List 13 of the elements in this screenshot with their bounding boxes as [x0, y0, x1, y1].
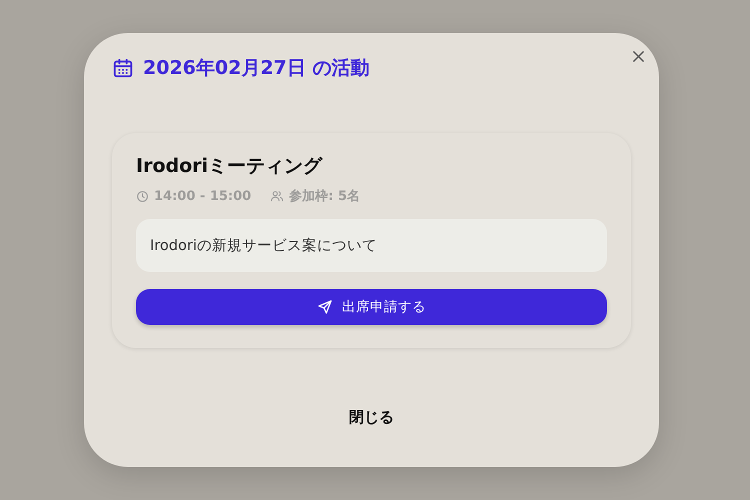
close-button[interactable]: 閉じる: [341, 404, 402, 431]
clock-icon: [136, 190, 149, 202]
calendar-icon: [112, 57, 134, 79]
close-icon: [632, 50, 645, 63]
activity-title: Irodoriミーティング: [136, 154, 324, 179]
people-icon: [270, 189, 284, 203]
close-button[interactable]: [630, 48, 647, 65]
activity-description: Irodoriの新規サービス案について: [136, 219, 607, 272]
send-icon: [317, 299, 333, 315]
activity-capacity: 参加枠: 5名: [289, 188, 360, 205]
apply-button[interactable]: 出席申請する: [136, 289, 607, 325]
activity-time: 14:00 - 15:00: [154, 188, 252, 204]
dialog-title: 2026年02月27日 の活動: [143, 56, 370, 81]
